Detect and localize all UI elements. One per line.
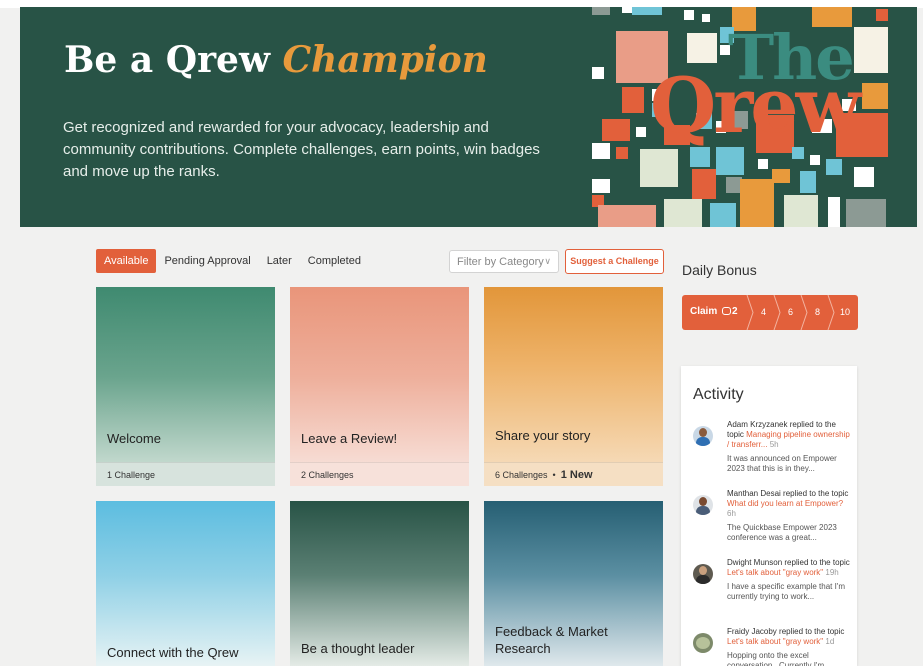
hero-title: Be a Qrew Champion: [64, 39, 488, 81]
activity-topic-link[interactable]: What did you learn at Empower?: [727, 499, 843, 508]
daily-bonus-bar: Claim 2 4 6 8 10: [682, 295, 858, 330]
chevron-separator-icon: [800, 295, 808, 330]
activity-topic-link[interactable]: Let's talk about "gray work": [727, 568, 823, 577]
activity-time: 19h: [825, 568, 839, 577]
hero-description: Get recognized and rewarded for your adv…: [63, 119, 540, 180]
challenge-card-thought-leader[interactable]: Be a thought leader: [290, 501, 469, 666]
challenge-card-share-story[interactable]: Share your story 6 Challenges • 1 New: [484, 287, 663, 486]
activity-time: 5h: [769, 440, 779, 449]
tab-pending-approval[interactable]: Pending Approval: [156, 249, 258, 273]
bonus-step-6: 6: [788, 307, 794, 317]
challenge-status-tabs: Available Pending Approval Later Complet…: [96, 249, 369, 273]
activity-excerpt: Hopping onto the excel conversation . Cu…: [727, 651, 831, 666]
chevron-separator-icon: [746, 295, 754, 330]
filter-by-category-select[interactable]: Filter by Category ∨: [449, 250, 559, 273]
bonus-step-4: 4: [761, 307, 767, 317]
hero-banner: Be a Qrew Champion Get recognized and re…: [20, 7, 917, 227]
activity-topic-link[interactable]: Let's talk about "gray work": [727, 637, 823, 646]
activity-user[interactable]: Adam Krzyzanek: [727, 420, 787, 429]
activity-user[interactable]: Dwight Munson: [727, 558, 782, 567]
challenge-card-welcome[interactable]: Welcome 1 Challenge: [96, 287, 275, 486]
chevron-down-icon: ∨: [544, 256, 551, 266]
avatar[interactable]: [693, 633, 713, 653]
activity-action: replied to the topic: [779, 627, 845, 636]
activity-panel: Activity Adam Krzyzanek replied to the t…: [681, 366, 857, 666]
filter-placeholder: Filter by Category: [457, 256, 544, 268]
tab-later[interactable]: Later: [259, 249, 300, 273]
tab-available[interactable]: Available: [96, 249, 157, 273]
activity-user[interactable]: Fraidy Jacoby: [727, 627, 777, 636]
activity-action: replied to the topic: [784, 558, 850, 567]
card-title: Leave a Review!: [301, 431, 398, 446]
card-title: Share your story: [495, 428, 591, 443]
challenge-card-feedback[interactable]: Feedback & Market Research: [484, 501, 663, 666]
chevron-separator-icon: [773, 295, 781, 330]
activity-excerpt: The Quickbase Empower 2023 conference wa…: [727, 523, 837, 542]
new-badge: 1 New: [560, 469, 593, 481]
activity-time: 1d: [825, 637, 835, 646]
card-title: Feedback & Market Research: [495, 624, 608, 656]
avatar[interactable]: [693, 426, 713, 446]
suggest-challenge-button[interactable]: Suggest a Challenge: [565, 249, 664, 274]
chevron-separator-icon: [827, 295, 835, 330]
card-footer: 2 Challenges: [290, 462, 469, 486]
the-qrew-logo: The Qrew: [592, 7, 917, 227]
coin-icon: [722, 307, 732, 315]
challenge-card-leave-review[interactable]: Leave a Review! 2 Challenges: [290, 287, 469, 486]
daily-bonus-title: Daily Bonus: [682, 262, 757, 278]
logo-text-qrew: Qrew: [650, 61, 861, 150]
tab-completed[interactable]: Completed: [300, 249, 369, 273]
card-footer: 6 Challenges • 1 New: [484, 462, 663, 486]
avatar[interactable]: [693, 495, 713, 515]
card-title: Connect with the Qrew: [107, 645, 239, 660]
activity-topic-link[interactable]: Managing pipeline ownership / transferr.…: [727, 430, 850, 449]
bonus-step-8: 8: [815, 307, 821, 317]
activity-action: replied to the topic: [783, 489, 849, 498]
card-footer: 1 Challenge: [96, 462, 275, 486]
activity-title: Activity: [693, 386, 744, 403]
activity-excerpt: I have a specific example that I'm curre…: [727, 582, 846, 601]
challenge-card-connect[interactable]: Connect with the Qrew: [96, 501, 275, 666]
activity-user[interactable]: Manthan Desai: [727, 489, 781, 498]
card-title: Welcome: [107, 431, 161, 446]
hero-title-accent: Champion: [282, 39, 488, 81]
activity-excerpt: It was announced on Empower 2023 that th…: [727, 454, 837, 473]
card-title: Be a thought leader: [301, 641, 415, 656]
activity-time: 6h: [727, 509, 736, 518]
claim-bonus-button[interactable]: Claim 2: [690, 306, 738, 317]
bonus-step-10: 10: [840, 307, 851, 317]
avatar[interactable]: [693, 564, 713, 584]
